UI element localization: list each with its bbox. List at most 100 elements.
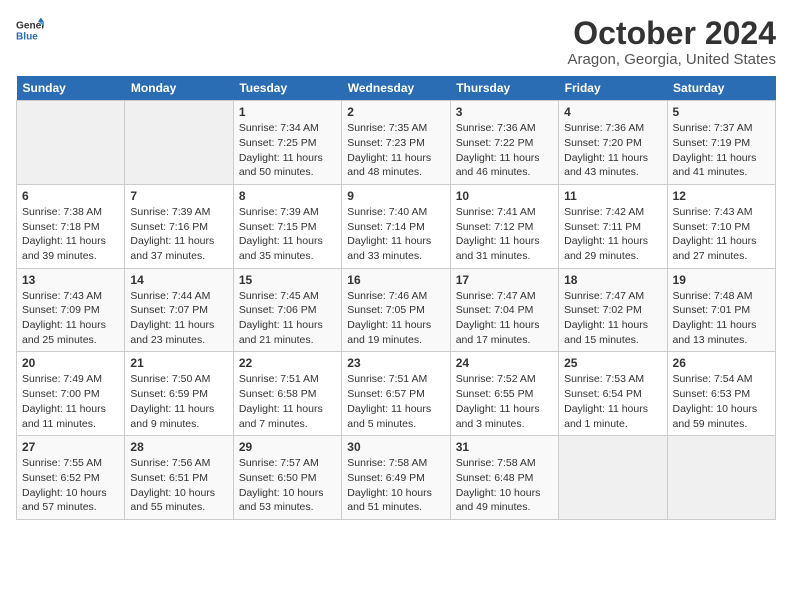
day-number: 22	[239, 356, 336, 370]
day-number: 19	[673, 273, 770, 287]
day-info: Sunrise: 7:44 AM Sunset: 7:07 PM Dayligh…	[130, 289, 227, 348]
day-info: Sunrise: 7:51 AM Sunset: 6:58 PM Dayligh…	[239, 372, 336, 431]
day-info: Sunrise: 7:48 AM Sunset: 7:01 PM Dayligh…	[673, 289, 770, 348]
page-subtitle: Aragon, Georgia, United States	[568, 51, 776, 68]
day-number: 31	[456, 440, 553, 454]
day-header: Monday	[125, 76, 233, 101]
day-info: Sunrise: 7:36 AM Sunset: 7:22 PM Dayligh…	[456, 121, 553, 180]
calendar-week-row: 27 Sunrise: 7:55 AM Sunset: 6:52 PM Dayli…	[17, 436, 776, 520]
day-info: Sunrise: 7:46 AM Sunset: 7:05 PM Dayligh…	[347, 289, 444, 348]
calendar-cell: 20 Sunrise: 7:49 AM Sunset: 7:00 PM Dayli…	[17, 352, 125, 436]
day-number: 28	[130, 440, 227, 454]
calendar-cell	[125, 101, 233, 185]
day-info: Sunrise: 7:45 AM Sunset: 7:06 PM Dayligh…	[239, 289, 336, 348]
calendar-cell: 14 Sunrise: 7:44 AM Sunset: 7:07 PM Dayli…	[125, 268, 233, 352]
calendar-cell: 24 Sunrise: 7:52 AM Sunset: 6:55 PM Dayli…	[450, 352, 558, 436]
day-info: Sunrise: 7:47 AM Sunset: 7:04 PM Dayligh…	[456, 289, 553, 348]
title-block: October 2024 Aragon, Georgia, United Sta…	[568, 16, 776, 68]
day-number: 13	[22, 273, 119, 287]
day-header: Friday	[559, 76, 667, 101]
calendar-cell: 27 Sunrise: 7:55 AM Sunset: 6:52 PM Dayli…	[17, 436, 125, 520]
calendar-week-row: 20 Sunrise: 7:49 AM Sunset: 7:00 PM Dayli…	[17, 352, 776, 436]
day-info: Sunrise: 7:42 AM Sunset: 7:11 PM Dayligh…	[564, 205, 661, 264]
calendar-cell: 16 Sunrise: 7:46 AM Sunset: 7:05 PM Dayli…	[342, 268, 450, 352]
day-info: Sunrise: 7:49 AM Sunset: 7:00 PM Dayligh…	[22, 372, 119, 431]
calendar-cell: 5 Sunrise: 7:37 AM Sunset: 7:19 PM Daylig…	[667, 101, 775, 185]
day-info: Sunrise: 7:57 AM Sunset: 6:50 PM Dayligh…	[239, 456, 336, 515]
calendar-cell: 3Sunrise: 7:36 AM Sunset: 7:22 PM Daylig…	[450, 101, 558, 185]
day-info: Sunrise: 7:39 AM Sunset: 7:16 PM Dayligh…	[130, 205, 227, 264]
day-info: Sunrise: 7:35 AM Sunset: 7:23 PM Dayligh…	[347, 121, 444, 180]
calendar-cell: 21 Sunrise: 7:50 AM Sunset: 6:59 PM Dayli…	[125, 352, 233, 436]
day-info: Sunrise: 7:37 AM Sunset: 7:19 PM Dayligh…	[673, 121, 770, 180]
day-number: 27	[22, 440, 119, 454]
calendar-cell: 25 Sunrise: 7:53 AM Sunset: 6:54 PM Dayli…	[559, 352, 667, 436]
day-info: Sunrise: 7:38 AM Sunset: 7:18 PM Dayligh…	[22, 205, 119, 264]
svg-text:Blue: Blue	[16, 31, 38, 42]
page-header: General Blue October 2024 Aragon, Georgi…	[16, 16, 776, 68]
page-title: October 2024	[568, 16, 776, 51]
day-number: 29	[239, 440, 336, 454]
calendar-cell: 11 Sunrise: 7:42 AM Sunset: 7:11 PM Dayli…	[559, 184, 667, 268]
day-info: Sunrise: 7:51 AM Sunset: 6:57 PM Dayligh…	[347, 372, 444, 431]
day-info: Sunrise: 7:55 AM Sunset: 6:52 PM Dayligh…	[22, 456, 119, 515]
calendar-cell: 9Sunrise: 7:40 AM Sunset: 7:14 PM Daylig…	[342, 184, 450, 268]
day-number: 20	[22, 356, 119, 370]
day-info: Sunrise: 7:43 AM Sunset: 7:10 PM Dayligh…	[673, 205, 770, 264]
calendar-header-row: SundayMondayTuesdayWednesdayThursdayFrid…	[17, 76, 776, 101]
day-number: 16	[347, 273, 444, 287]
calendar-table: SundayMondayTuesdayWednesdayThursdayFrid…	[16, 76, 776, 520]
day-number: 10	[456, 189, 553, 203]
calendar-cell: 18 Sunrise: 7:47 AM Sunset: 7:02 PM Dayli…	[559, 268, 667, 352]
calendar-cell: 23 Sunrise: 7:51 AM Sunset: 6:57 PM Dayli…	[342, 352, 450, 436]
day-number: 5	[673, 105, 770, 119]
calendar-cell: 22 Sunrise: 7:51 AM Sunset: 6:58 PM Dayli…	[233, 352, 341, 436]
day-info: Sunrise: 7:41 AM Sunset: 7:12 PM Dayligh…	[456, 205, 553, 264]
day-number: 7	[130, 189, 227, 203]
day-number: 11	[564, 189, 661, 203]
calendar-cell: 1Sunrise: 7:34 AM Sunset: 7:25 PM Daylig…	[233, 101, 341, 185]
day-info: Sunrise: 7:40 AM Sunset: 7:14 PM Dayligh…	[347, 205, 444, 264]
calendar-cell: 10 Sunrise: 7:41 AM Sunset: 7:12 PM Dayli…	[450, 184, 558, 268]
day-info: Sunrise: 7:34 AM Sunset: 7:25 PM Dayligh…	[239, 121, 336, 180]
calendar-cell: 4Sunrise: 7:36 AM Sunset: 7:20 PM Daylig…	[559, 101, 667, 185]
calendar-cell	[667, 436, 775, 520]
day-info: Sunrise: 7:50 AM Sunset: 6:59 PM Dayligh…	[130, 372, 227, 431]
day-header: Saturday	[667, 76, 775, 101]
day-number: 25	[564, 356, 661, 370]
calendar-week-row: 13 Sunrise: 7:43 AM Sunset: 7:09 PM Dayli…	[17, 268, 776, 352]
calendar-cell: 26Sunrise: 7:54 AM Sunset: 6:53 PM Dayli…	[667, 352, 775, 436]
calendar-cell: 13 Sunrise: 7:43 AM Sunset: 7:09 PM Dayli…	[17, 268, 125, 352]
calendar-cell: 28Sunrise: 7:56 AM Sunset: 6:51 PM Dayli…	[125, 436, 233, 520]
day-info: Sunrise: 7:53 AM Sunset: 6:54 PM Dayligh…	[564, 372, 661, 431]
calendar-week-row: 1Sunrise: 7:34 AM Sunset: 7:25 PM Daylig…	[17, 101, 776, 185]
day-header: Wednesday	[342, 76, 450, 101]
calendar-cell: 6 Sunrise: 7:38 AM Sunset: 7:18 PM Daylig…	[17, 184, 125, 268]
day-info: Sunrise: 7:39 AM Sunset: 7:15 PM Dayligh…	[239, 205, 336, 264]
day-number: 12	[673, 189, 770, 203]
calendar-cell: 15Sunrise: 7:45 AM Sunset: 7:06 PM Dayli…	[233, 268, 341, 352]
day-number: 17	[456, 273, 553, 287]
day-info: Sunrise: 7:52 AM Sunset: 6:55 PM Dayligh…	[456, 372, 553, 431]
day-info: Sunrise: 7:36 AM Sunset: 7:20 PM Dayligh…	[564, 121, 661, 180]
day-number: 21	[130, 356, 227, 370]
logo-icon: General Blue	[16, 16, 44, 44]
day-number: 24	[456, 356, 553, 370]
calendar-cell: 12 Sunrise: 7:43 AM Sunset: 7:10 PM Dayli…	[667, 184, 775, 268]
day-number: 30	[347, 440, 444, 454]
day-number: 14	[130, 273, 227, 287]
calendar-cell: 2Sunrise: 7:35 AM Sunset: 7:23 PM Daylig…	[342, 101, 450, 185]
day-header: Tuesday	[233, 76, 341, 101]
day-info: Sunrise: 7:58 AM Sunset: 6:48 PM Dayligh…	[456, 456, 553, 515]
day-info: Sunrise: 7:43 AM Sunset: 7:09 PM Dayligh…	[22, 289, 119, 348]
calendar-cell: 7 Sunrise: 7:39 AM Sunset: 7:16 PM Daylig…	[125, 184, 233, 268]
day-number: 23	[347, 356, 444, 370]
logo: General Blue	[16, 16, 44, 44]
day-number: 6	[22, 189, 119, 203]
day-number: 18	[564, 273, 661, 287]
calendar-week-row: 6 Sunrise: 7:38 AM Sunset: 7:18 PM Daylig…	[17, 184, 776, 268]
day-number: 26	[673, 356, 770, 370]
day-info: Sunrise: 7:47 AM Sunset: 7:02 PM Dayligh…	[564, 289, 661, 348]
calendar-cell	[17, 101, 125, 185]
calendar-cell: 29 Sunrise: 7:57 AM Sunset: 6:50 PM Dayli…	[233, 436, 341, 520]
